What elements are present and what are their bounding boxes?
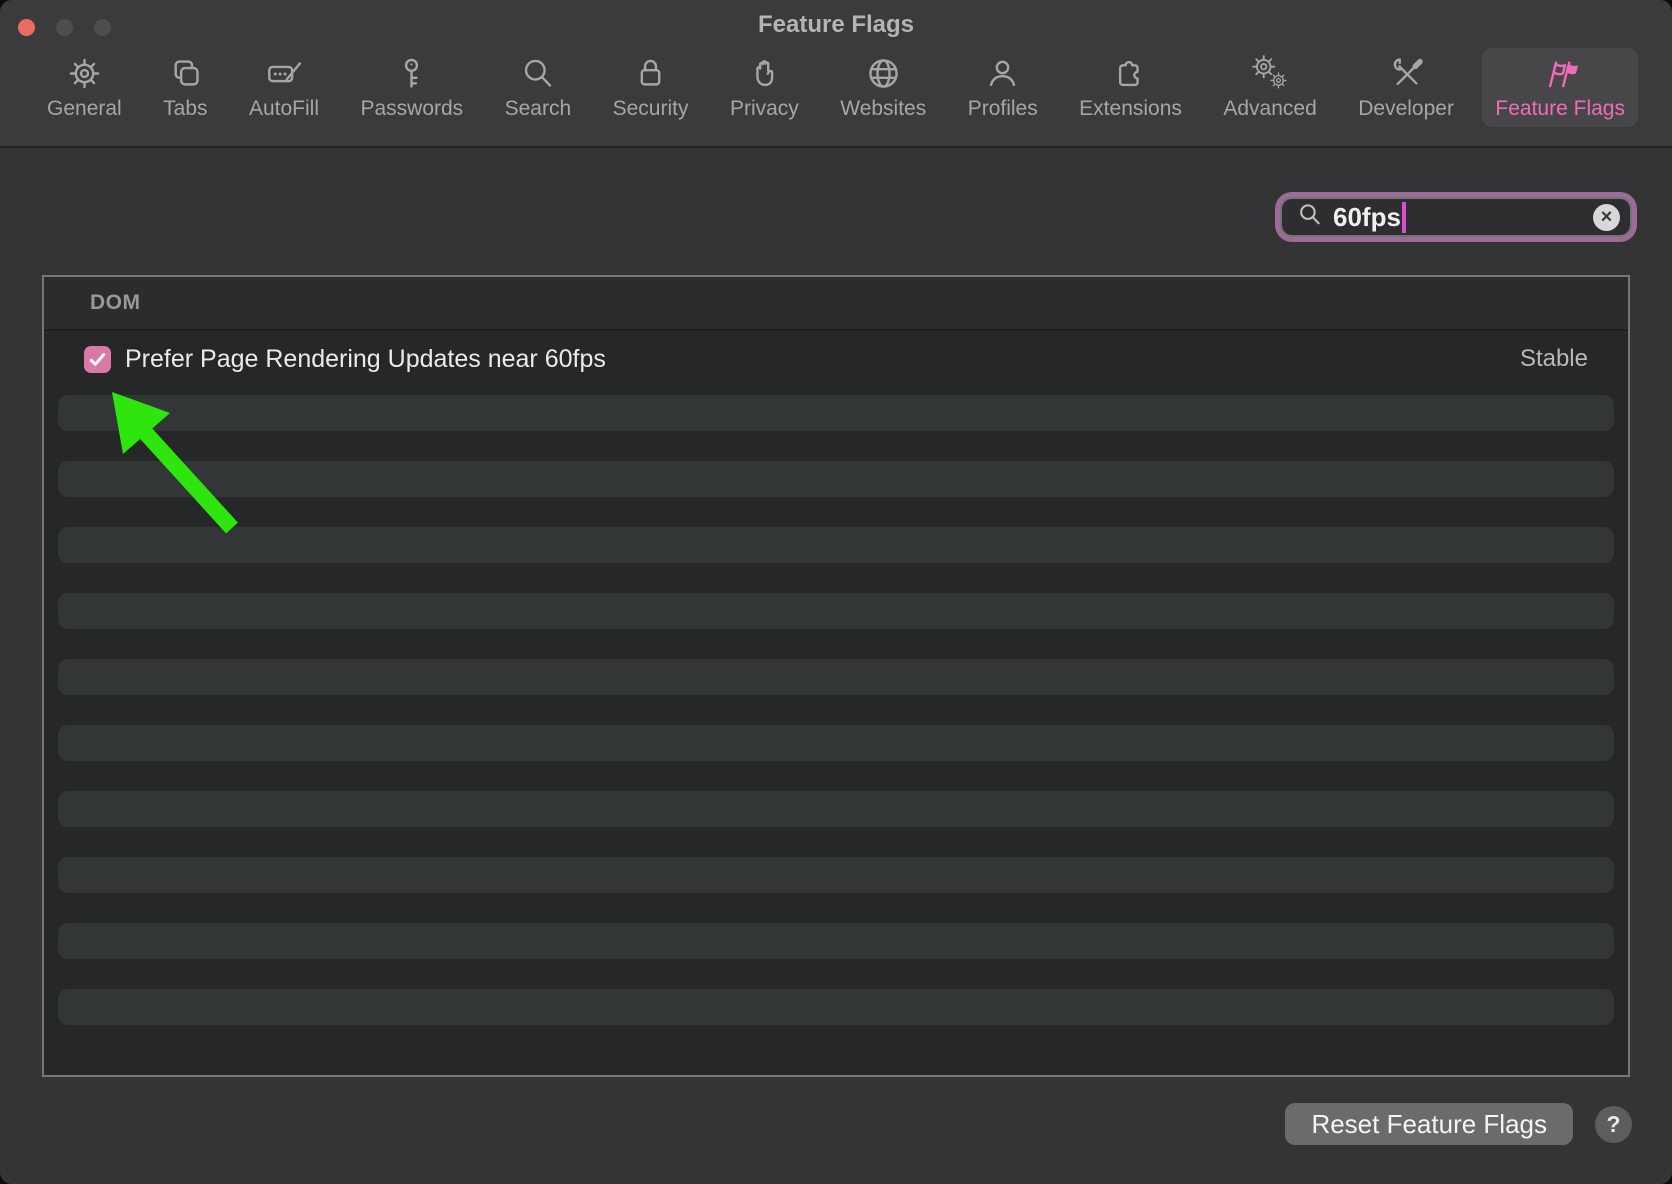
traffic-lights [18, 19, 111, 36]
zoom-button[interactable] [94, 19, 111, 36]
empty-table-row [58, 791, 1614, 827]
toolbar-item-websites[interactable]: Websites [827, 48, 939, 127]
empty-rows [44, 387, 1628, 1025]
hand-icon [746, 55, 783, 92]
toolbar-item-feature-flags[interactable]: Feature Flags [1482, 48, 1638, 127]
toolbar-item-label: Search [505, 97, 572, 121]
text-caret [1402, 202, 1406, 233]
toolbar-item-general[interactable]: General [34, 48, 135, 127]
empty-table-row [58, 725, 1614, 761]
feature-checkbox-checked[interactable] [84, 346, 111, 373]
toolbar-item-label: Feature Flags [1495, 97, 1625, 121]
toolbar-item-label: Websites [840, 97, 926, 121]
footer-bar: Reset Feature Flags ? [1285, 1103, 1632, 1145]
preferences-window: Feature Flags General Tabs AutoFill Passwor… [0, 0, 1672, 1184]
table-row[interactable]: Prefer Page Rendering Updates near 60fps… [44, 331, 1628, 387]
magnifier-icon [519, 55, 556, 92]
toolbar-item-label: General [47, 97, 122, 121]
autofill-pencil-icon [266, 55, 303, 92]
toolbar-item-label: Security [613, 97, 689, 121]
toolbar-item-security[interactable]: Security [600, 48, 702, 127]
search-input[interactable]: 60fps × [1280, 197, 1632, 237]
gear-icon [66, 55, 103, 92]
globe-icon [865, 55, 902, 92]
window-chrome: Feature Flags General Tabs AutoFill Passwor… [0, 0, 1672, 148]
section-header-dom: DOM [44, 277, 1628, 331]
key-icon [393, 55, 430, 92]
empty-table-row [58, 857, 1614, 893]
empty-table-row [58, 461, 1614, 497]
toolbar-item-passwords[interactable]: Passwords [347, 48, 476, 127]
minimize-button[interactable] [56, 19, 73, 36]
puzzle-icon [1112, 55, 1149, 92]
lock-icon [632, 55, 669, 92]
toolbar-item-label: Tabs [163, 97, 207, 121]
close-button[interactable] [18, 19, 35, 36]
toolbar-item-profiles[interactable]: Profiles [955, 48, 1051, 127]
toolbar-item-label: Passwords [360, 97, 463, 121]
toolbar-item-advanced[interactable]: Advanced [1210, 48, 1329, 127]
empty-table-row [58, 923, 1614, 959]
empty-table-row [58, 659, 1614, 695]
search-value: 60fps [1333, 202, 1401, 233]
tabs-icon [167, 55, 204, 92]
content-area: 60fps × DOM Prefer Page Rendering Update… [0, 148, 1672, 1184]
empty-table-row [58, 593, 1614, 629]
status-badge: Stable [1520, 345, 1588, 373]
window-title: Feature Flags [0, 0, 1672, 50]
empty-table-row [58, 527, 1614, 563]
help-button[interactable]: ? [1595, 1106, 1632, 1143]
titlebar: Feature Flags [0, 0, 1672, 46]
search-icon [1296, 201, 1323, 233]
flags-icon [1542, 55, 1579, 92]
toolbar-item-developer[interactable]: Developer [1345, 48, 1467, 127]
toolbar-item-label: Extensions [1079, 97, 1182, 121]
toolbar-item-label: Developer [1358, 97, 1454, 121]
toolbar-item-tabs[interactable]: Tabs [150, 48, 220, 127]
toolbar-item-search[interactable]: Search [492, 48, 585, 127]
clear-search-icon[interactable]: × [1593, 204, 1620, 231]
toolbar-item-label: Privacy [730, 97, 799, 121]
toolbar-item-label: Profiles [968, 97, 1038, 121]
gears-icon [1252, 55, 1289, 92]
toolbar-item-label: AutoFill [249, 97, 319, 121]
tools-icon [1388, 55, 1425, 92]
person-icon [984, 55, 1021, 92]
reset-feature-flags-button[interactable]: Reset Feature Flags [1285, 1103, 1573, 1145]
feature-flags-table: DOM Prefer Page Rendering Updates near 6… [42, 275, 1630, 1077]
toolbar-item-autofill[interactable]: AutoFill [236, 48, 332, 127]
toolbar-item-extensions[interactable]: Extensions [1066, 48, 1195, 127]
empty-table-row [58, 989, 1614, 1025]
toolbar-item-label: Advanced [1223, 97, 1316, 121]
toolbar-item-privacy[interactable]: Privacy [717, 48, 812, 127]
preferences-toolbar: General Tabs AutoFill Passwords Search Securi… [0, 46, 1672, 135]
empty-table-row [58, 395, 1614, 431]
feature-label: Prefer Page Rendering Updates near 60fps [125, 345, 606, 374]
